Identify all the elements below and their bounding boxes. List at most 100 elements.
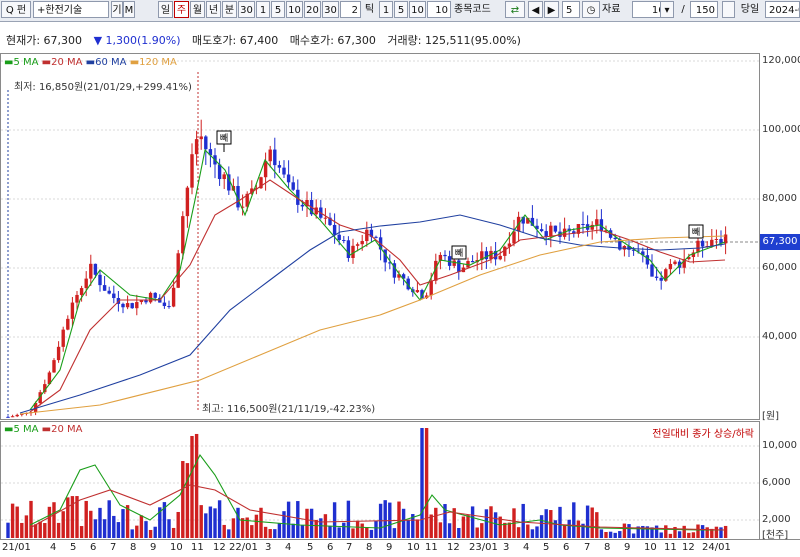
volume-bar [355,520,360,538]
candle-body [204,136,208,150]
volume-bar [608,531,613,538]
candle-body [194,139,199,155]
volume-bar [43,523,47,538]
volume-bar [254,514,259,538]
volume-bar [585,505,590,538]
candle-body [70,302,75,319]
candle-body [222,174,226,180]
volume-tick-6000: 6,000 [762,477,791,488]
x-tick-label: 10 [170,542,183,553]
candle-body [273,149,277,166]
volume-bar [250,525,254,538]
volume-bar [493,512,498,538]
volume-bar [181,461,185,538]
volume-bar [112,515,116,538]
x-tick-label: 12 [682,542,695,553]
candle-body [107,290,111,294]
candle-body [89,263,93,279]
volume-tick-10000: 10,000 [762,440,797,451]
x-tick-label: 8 [366,542,373,553]
volume-bar [654,525,659,538]
candle-body [199,136,203,140]
candle-body [673,261,677,264]
candle-body [342,240,346,242]
low-annotation: 최저: 16,850원(21/01/29,+299.41%) [14,81,192,93]
candle-body [167,306,171,308]
candle-body [710,239,714,246]
candle-body [125,303,130,308]
volume-bar [553,520,558,538]
x-tick-label: 5 [543,542,550,553]
volume-bar [130,529,134,538]
x-tick-label: 3 [265,542,272,553]
volume-bar [392,528,397,538]
volume-axis-unit: [천주] [762,530,789,541]
volume-bar [627,524,631,538]
price-gridlines [1,60,759,521]
price-tick-120000: 120,000 [762,55,800,66]
volume-bar [176,511,180,538]
volume-bar [590,507,594,538]
candle-body [549,225,553,237]
volume-bar [401,508,406,538]
volume-bar [148,529,153,538]
volume-bar [374,520,378,538]
x-tick-label: 3 [503,542,510,553]
volume-bar [562,524,567,538]
x-tick-label: 5 [307,542,314,553]
candle-body [282,167,286,175]
x-tick-label: 4 [50,542,57,553]
volume-bar [535,526,539,538]
x-tick-label: 23/01 [469,542,498,553]
ma120-line [19,235,726,415]
volume-bar [231,518,236,538]
volume-bar [309,508,314,538]
volume-bar [286,501,291,538]
volume-bar [98,507,102,538]
volume-bar [576,520,581,538]
volume-bar [420,428,424,538]
volume-bar [38,521,42,538]
volume-bar [314,519,318,538]
volume-bar [507,522,512,538]
volume-bar [277,523,282,538]
volume-bar [461,516,466,538]
x-tick-label: 11 [664,542,677,553]
legend-ma5: ▬5 MA [4,57,39,68]
volume-bar [268,529,272,538]
volume-bar [599,529,604,538]
volume-bar [33,524,38,538]
x-tick-label: 10 [644,542,657,553]
x-tick-label: 12 [213,542,226,553]
candle-body [102,285,107,291]
volume-bar [116,522,121,538]
volume-bar [222,524,226,538]
volume-bar [208,506,213,538]
volume-bar [15,506,19,538]
candle-body [66,318,70,330]
candle-body [452,260,456,266]
candle-body [162,302,167,307]
candle-body [360,241,364,245]
volume-bar [365,527,369,538]
candle-body [56,346,61,361]
volume-bar [516,527,521,538]
volume-bar [604,531,608,538]
candle-body [470,261,475,263]
x-tick-label: 4 [285,542,292,553]
volume-moving-averages [29,453,726,531]
volume-bar [66,497,70,538]
ma5-line [29,148,726,411]
x-tick-label: 4 [523,542,530,553]
volume-legend: ▬5 MA ▬20 MA [4,424,82,435]
volume-bar [470,506,475,538]
volume-bar [360,523,364,538]
volume-bar [457,527,461,538]
volume-bar [217,500,222,538]
candle-body [130,303,134,309]
volume-bar [438,522,443,538]
volume-bar [337,527,341,538]
chart-canvas: 빼 빼 빼 최저: 16,850원(21/01/29,+299.41%) 최고:… [0,53,800,540]
volume-bar [144,521,148,538]
volume-bar [20,522,24,538]
